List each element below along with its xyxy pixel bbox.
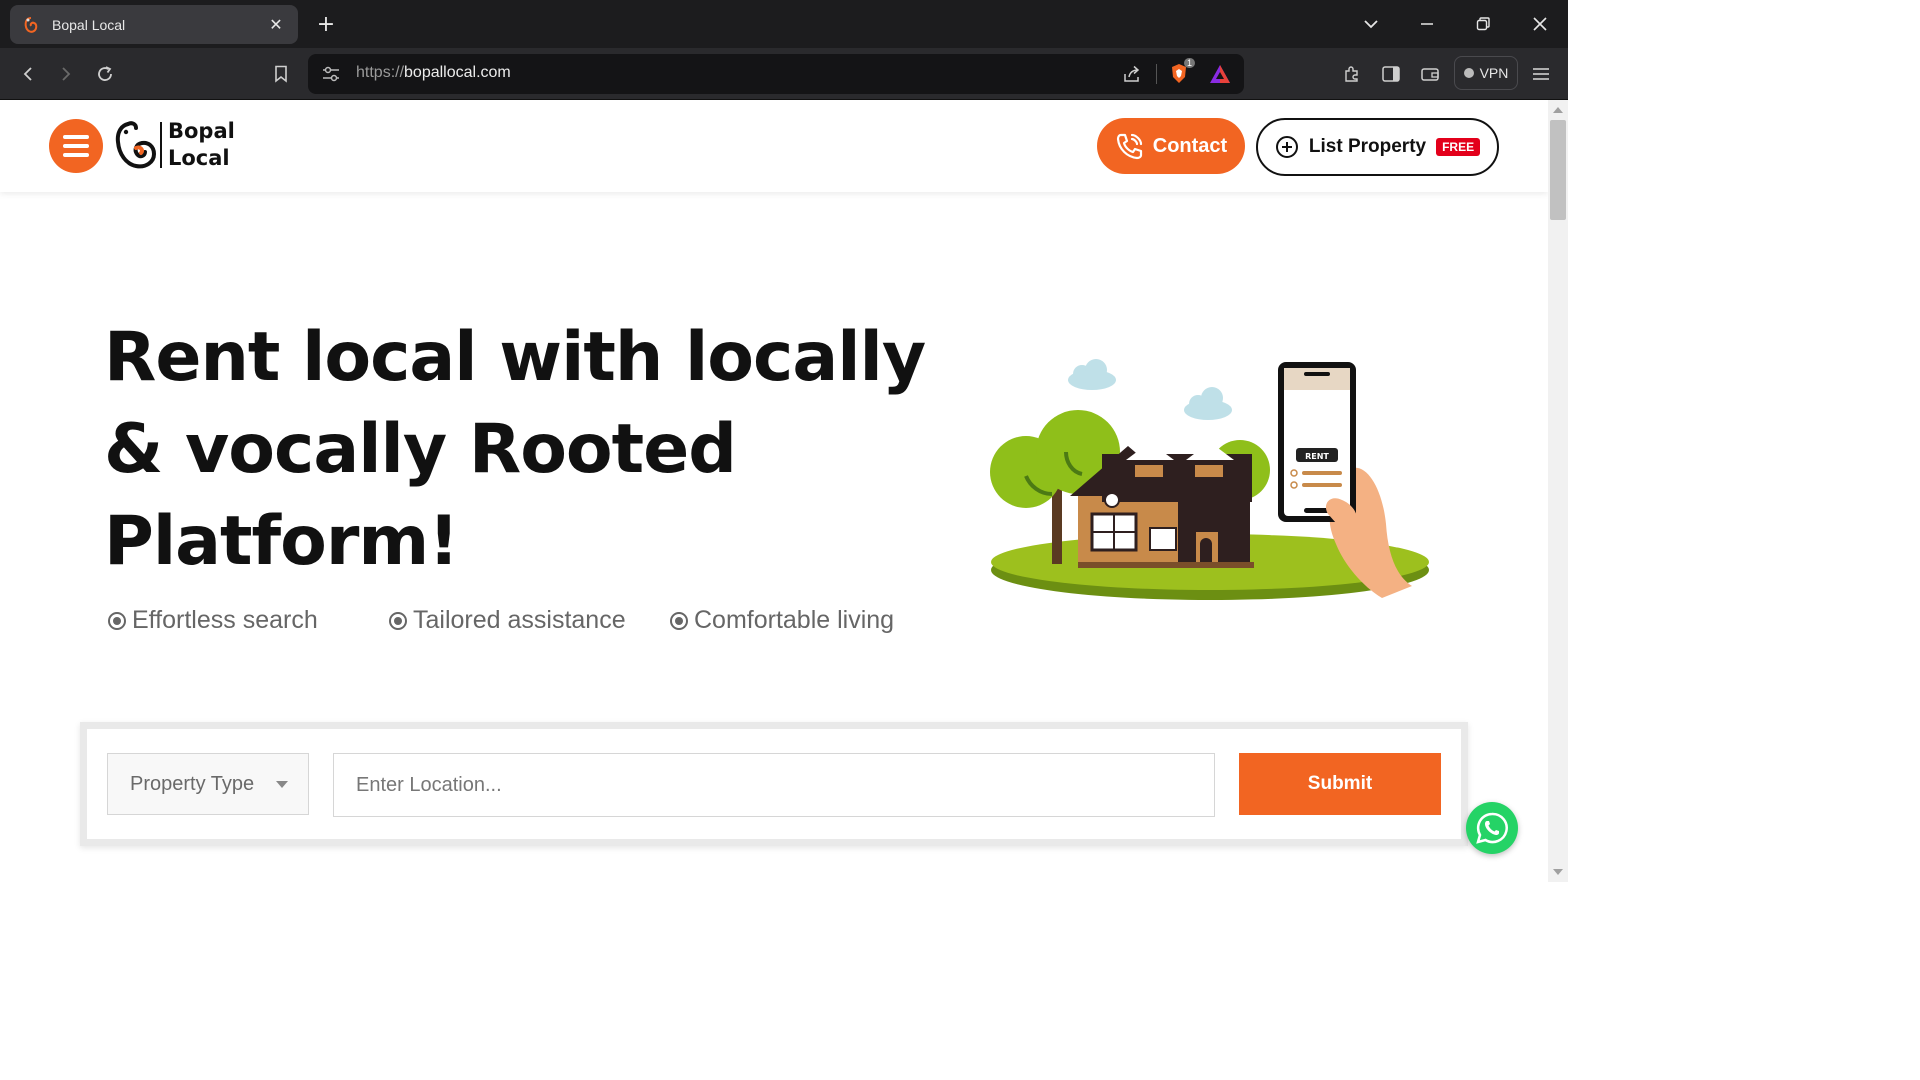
logo-divider bbox=[160, 122, 162, 168]
caret-down-icon bbox=[276, 781, 288, 788]
browser-menu-icon[interactable] bbox=[1528, 61, 1554, 87]
logo-text: Bopal Local bbox=[168, 118, 235, 172]
list-property-button[interactable]: List Property FREE bbox=[1256, 118, 1499, 176]
tab-close-icon[interactable]: ✕ bbox=[266, 15, 286, 34]
hamburger-icon bbox=[63, 135, 89, 139]
radio-dot-icon bbox=[670, 611, 688, 630]
tab-search-chevron-icon[interactable] bbox=[1357, 10, 1385, 38]
browser-toolbar: https://bopallocal.com 1 VPN bbox=[0, 48, 1568, 100]
phone-icon bbox=[1116, 133, 1142, 160]
brave-shields-icon[interactable]: 1 bbox=[1166, 58, 1196, 87]
new-tab-button[interactable]: + bbox=[314, 12, 338, 37]
property-search-form: Property Type Submit bbox=[80, 722, 1468, 846]
contact-button[interactable]: Contact bbox=[1097, 118, 1245, 174]
radio-dot-icon bbox=[108, 611, 126, 630]
address-divider bbox=[1156, 64, 1157, 84]
feature-label: Effortless search bbox=[132, 606, 318, 634]
site-logo[interactable]: Bopal Local bbox=[114, 118, 235, 172]
browser-tab[interactable]: Bopal Local ✕ bbox=[10, 5, 298, 44]
url-scheme: https:// bbox=[356, 64, 405, 81]
submit-button[interactable]: Submit bbox=[1239, 753, 1441, 815]
feature-item: Effortless search bbox=[108, 606, 389, 635]
web-page: Bopal Local Contact List Property FREE R… bbox=[0, 100, 1548, 882]
minimize-icon[interactable] bbox=[1413, 10, 1441, 38]
forward-icon[interactable] bbox=[53, 61, 79, 87]
feature-label: Comfortable living bbox=[694, 606, 895, 634]
vpn-label: VPN bbox=[1479, 65, 1509, 81]
vpn-button[interactable]: VPN bbox=[1454, 56, 1518, 90]
feature-label: Tailored assistance bbox=[413, 606, 626, 634]
share-icon[interactable] bbox=[1119, 61, 1145, 87]
scroll-thumb[interactable] bbox=[1550, 120, 1566, 220]
radio-dot-icon bbox=[389, 611, 407, 630]
site-header: Bopal Local Contact List Property FREE bbox=[0, 100, 1548, 192]
logo-line-1: Bopal bbox=[168, 119, 235, 143]
tab-title: Bopal Local bbox=[52, 16, 126, 33]
site-favicon-icon bbox=[22, 16, 40, 34]
hamburger-menu-button[interactable] bbox=[49, 119, 103, 173]
plus-circle-icon bbox=[1275, 136, 1298, 158]
list-property-label: List Property bbox=[1308, 136, 1427, 157]
extensions-icon[interactable] bbox=[1339, 61, 1365, 87]
contact-label: Contact bbox=[1152, 134, 1228, 157]
restore-icon[interactable] bbox=[1469, 10, 1497, 38]
cloud-icon bbox=[1184, 387, 1232, 420]
property-type-label: Property Type bbox=[130, 772, 255, 795]
feature-list: Effortless search Tailored assistance Co… bbox=[108, 606, 930, 635]
phone-rent-label: RENT bbox=[1305, 452, 1329, 461]
location-input[interactable] bbox=[333, 753, 1215, 817]
bird-logo-icon bbox=[115, 121, 157, 169]
browser-tab-bar: Bopal Local ✕ + bbox=[0, 0, 1568, 48]
bookmark-icon[interactable] bbox=[268, 61, 294, 87]
address-bar[interactable]: https://bopallocal.com 1 bbox=[308, 54, 1244, 94]
page-scrollbar[interactable] bbox=[1548, 100, 1568, 882]
site-settings-icon[interactable] bbox=[318, 61, 344, 87]
wallet-icon[interactable] bbox=[1417, 61, 1443, 87]
hero-title: Rent local with locally & vocally Rooted… bbox=[104, 318, 926, 581]
sidebar-toggle-icon[interactable] bbox=[1378, 61, 1404, 87]
scroll-down-arrow-icon[interactable] bbox=[1553, 869, 1563, 875]
url-text[interactable]: https://bopallocal.com bbox=[356, 64, 511, 82]
scroll-up-arrow-icon[interactable] bbox=[1553, 107, 1563, 113]
property-type-select[interactable]: Property Type bbox=[107, 753, 309, 815]
logo-line-2: Local bbox=[168, 146, 230, 170]
hero-illustration: RENT bbox=[990, 359, 1429, 600]
url-host: bopallocal.com bbox=[404, 64, 511, 81]
whatsapp-chat-button[interactable] bbox=[1466, 802, 1518, 854]
shields-count-badge: 1 bbox=[1184, 58, 1196, 68]
back-icon[interactable] bbox=[15, 61, 41, 87]
cloud-icon bbox=[1068, 359, 1116, 390]
feature-item: Tailored assistance bbox=[389, 606, 670, 635]
feature-item: Comfortable living bbox=[670, 606, 930, 635]
reload-icon[interactable] bbox=[92, 61, 118, 87]
vpn-status-icon bbox=[1463, 68, 1474, 78]
whatsapp-icon bbox=[1476, 812, 1508, 844]
free-badge: FREE bbox=[1436, 138, 1481, 156]
brave-rewards-icon[interactable] bbox=[1207, 61, 1233, 87]
close-window-icon[interactable] bbox=[1526, 10, 1554, 38]
